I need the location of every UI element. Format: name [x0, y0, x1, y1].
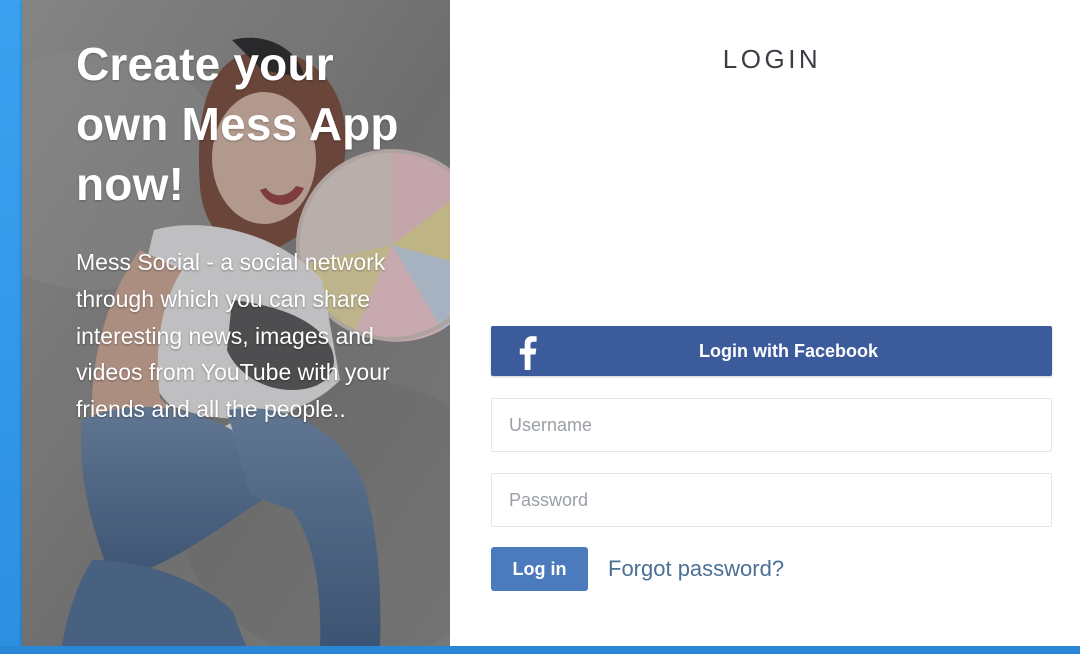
- forgot-password-link[interactable]: Forgot password?: [608, 556, 784, 582]
- hero-panel: Create your own Mess App now! Mess Socia…: [22, 0, 450, 646]
- facebook-login-button[interactable]: Login with Facebook: [491, 326, 1052, 376]
- facebook-login-label: Login with Facebook: [699, 341, 878, 361]
- login-submit-button[interactable]: Log in: [491, 547, 588, 591]
- password-input[interactable]: [491, 473, 1052, 527]
- username-input[interactable]: [491, 398, 1052, 452]
- login-title: LOGIN: [722, 44, 822, 74]
- hero-title: Create your own Mess App now!: [76, 38, 399, 210]
- login-panel: LOGIN Login with Facebook Log in Forgot …: [450, 0, 1080, 646]
- bottom-accent-bar: [0, 646, 1080, 654]
- hero-description: Mess Social - a social network through w…: [76, 249, 390, 423]
- login-card: Create your own Mess App now! Mess Socia…: [22, 0, 1080, 646]
